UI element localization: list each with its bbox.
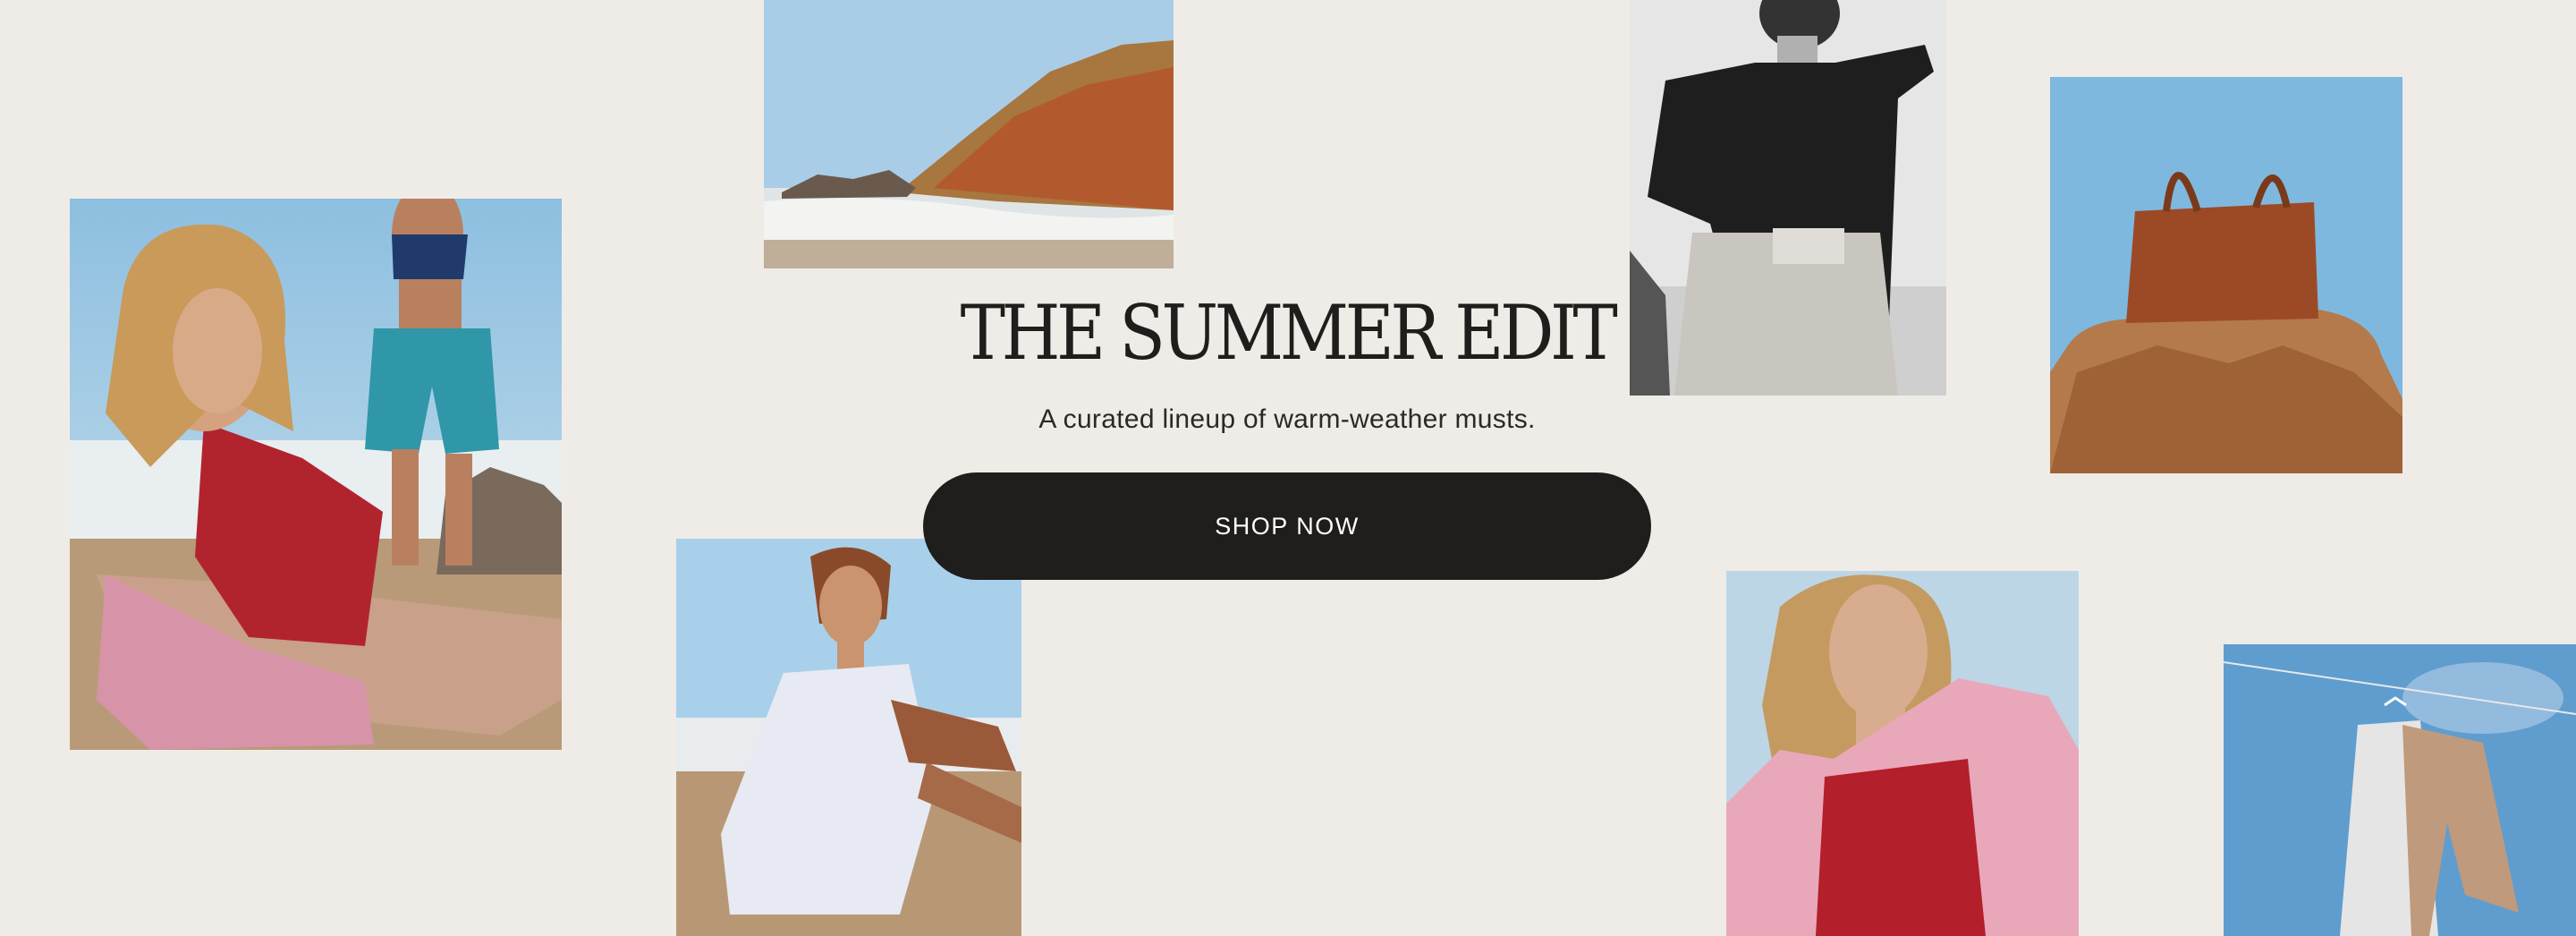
tote-bag-image xyxy=(2050,77,2402,473)
white-dress-image xyxy=(676,539,1021,936)
photo-woven-leather-tote-on-rock[interactable] xyxy=(2050,77,2402,473)
photo-garments-on-clothesline[interactable] xyxy=(2224,644,2576,936)
photo-beach-red-swimsuit-and-teal-shorts[interactable] xyxy=(70,199,562,750)
photo-coastal-cliffs[interactable] xyxy=(764,0,1174,268)
pink-shirt-image xyxy=(1726,571,2079,936)
cliffs-image xyxy=(764,0,1174,268)
photo-woman-white-dress-on-sand[interactable] xyxy=(676,539,1021,936)
photo-pink-shirt-red-swimsuit[interactable] xyxy=(1726,571,2079,936)
beach-models-image xyxy=(70,199,562,750)
shop-now-button[interactable]: SHOP NOW xyxy=(923,472,1651,580)
black-shirt-image xyxy=(1630,0,1946,396)
clothesline-image xyxy=(2224,644,2576,936)
hero-subtitle: A curated lineup of warm-weather musts. xyxy=(1038,404,1536,434)
photo-black-shirt-linen-shorts[interactable] xyxy=(1630,0,1946,396)
hero-section: THE SUMMER EDIT A curated lineup of warm… xyxy=(923,295,1651,580)
hero-title: THE SUMMER EDIT xyxy=(960,289,1618,377)
